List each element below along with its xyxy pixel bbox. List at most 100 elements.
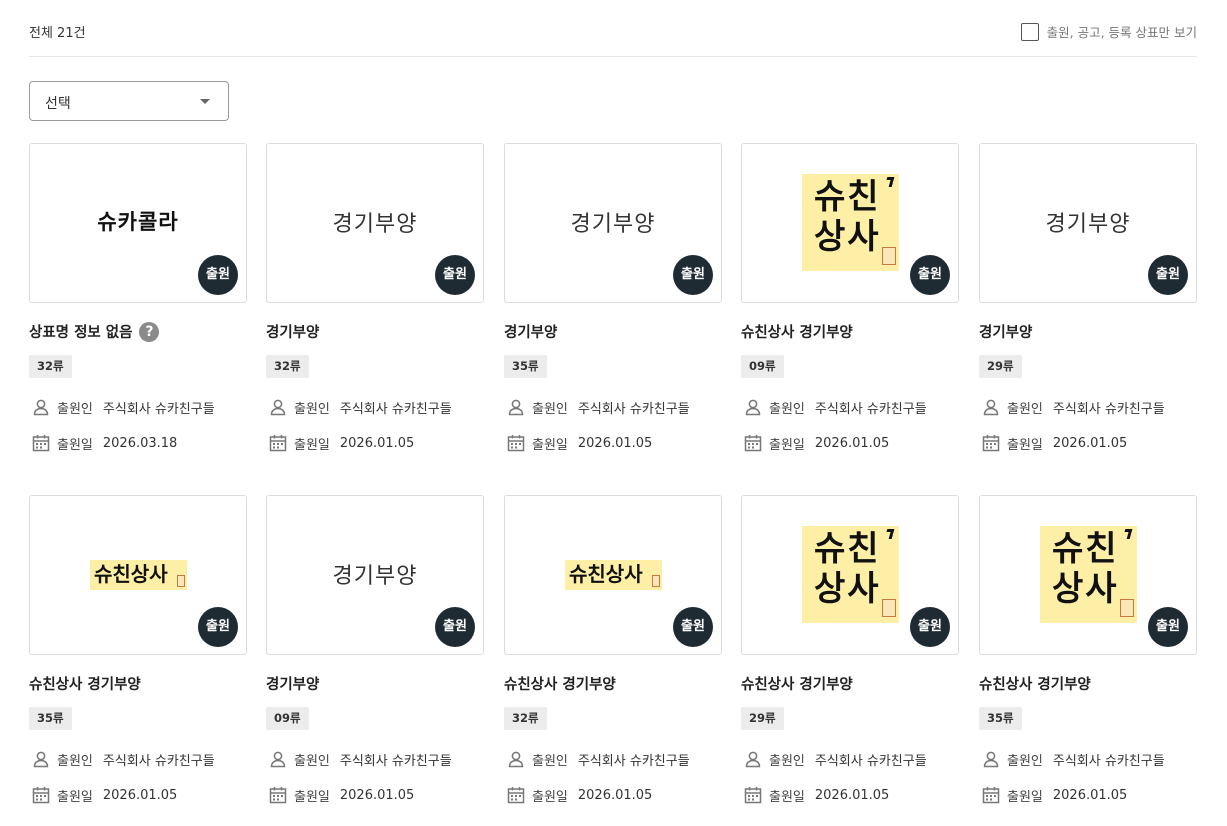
person-icon bbox=[743, 397, 763, 417]
results-header: 전체 21건 출원, 공고, 등록 상표만 보기 bbox=[29, 0, 1197, 57]
logo-stroke bbox=[884, 177, 895, 187]
person-icon bbox=[31, 397, 51, 417]
trademark-logo: 슈친상사 bbox=[565, 560, 662, 590]
status-badge: 출원 bbox=[1148, 255, 1188, 295]
trademark-text-mark: 경기부양 bbox=[332, 564, 418, 589]
trademark-image[interactable]: 슈친상사출원 bbox=[504, 495, 722, 655]
filing-date-label: 출원일 bbox=[1007, 437, 1043, 453]
trademark-card[interactable]: 슈카콜라 출원 상표명 정보 없음? 32류 출원인 주식회사 슈카친구들 출원일 2026.… bbox=[29, 143, 247, 463]
logo-stroke bbox=[1122, 529, 1133, 539]
trademark-title[interactable]: 슈친상사 경기부양 bbox=[979, 673, 1091, 694]
logo-text: 슈친상사 bbox=[94, 562, 168, 586]
applicant-label: 출원인 bbox=[1007, 401, 1043, 417]
trademark-title[interactable]: 경기부양 bbox=[266, 673, 319, 694]
person-icon bbox=[743, 749, 763, 769]
class-tag: 09류 bbox=[266, 707, 309, 730]
filing-date-row: 출원일 2026.01.05 bbox=[268, 433, 414, 453]
trademark-image[interactable]: 경기부양 출원 bbox=[504, 143, 722, 303]
applicant-row: 출원인 주식회사 슈카친구들 bbox=[268, 397, 452, 417]
calendar-icon bbox=[981, 433, 1001, 453]
trademark-title[interactable]: 슈친상사 경기부양 bbox=[741, 673, 853, 694]
person-icon bbox=[981, 749, 1001, 769]
trademark-card[interactable]: 경기부양 출원 경기부양 09류 출원인 주식회사 슈카친구들 출원일 2026.01.05 bbox=[266, 495, 484, 815]
filing-date-value: 2026.03.18 bbox=[102, 435, 178, 451]
trademark-title-text[interactable]: 상표명 정보 없음 bbox=[29, 321, 132, 342]
trademark-title[interactable]: 경기부양 bbox=[504, 321, 557, 342]
calendar-icon bbox=[268, 785, 288, 805]
class-tag: 35류 bbox=[504, 355, 547, 378]
sort-select-value: 선택 bbox=[45, 96, 71, 112]
trademark-title-text[interactable]: 경기부양 bbox=[266, 673, 319, 694]
trademark-image[interactable]: 경기부양출원 bbox=[979, 143, 1197, 303]
logo-stroke bbox=[884, 529, 895, 539]
applicant-row: 출원인 주식회사 슈카친구들 bbox=[31, 397, 215, 417]
trademark-title-text[interactable]: 슈친상사 경기부양 bbox=[29, 673, 141, 694]
chevron-down-icon bbox=[200, 99, 210, 104]
filing-date-label: 출원일 bbox=[532, 789, 568, 805]
sort-select[interactable]: 선택 bbox=[29, 81, 229, 121]
status-badge: 출원 bbox=[673, 607, 713, 647]
trademark-image[interactable]: 경기부양출원 bbox=[266, 143, 484, 303]
trademark-title-text[interactable]: 슈친상사 경기부양 bbox=[504, 673, 616, 694]
filter-checkbox-label[interactable]: 출원, 공고, 등록 상표만 보기 bbox=[1047, 22, 1197, 41]
trademark-title-text[interactable]: 슈친상사 경기부양 bbox=[741, 321, 853, 342]
trademark-card[interactable]: 슈친상사출원슈친상사 경기부양 35류출원인 주식회사 슈카친구들출원일 2026.0… bbox=[979, 495, 1197, 815]
trademark-image[interactable]: 슈친상사출원 bbox=[741, 495, 959, 655]
person-icon bbox=[506, 749, 526, 769]
filing-date-row: 출원일 2026.01.05 bbox=[268, 785, 414, 805]
trademark-title[interactable]: 슈친상사 경기부양 bbox=[29, 673, 141, 694]
status-badge: 출원 bbox=[435, 255, 475, 295]
filing-date-value: 2026.01.05 bbox=[814, 435, 890, 451]
help-icon[interactable]: ? bbox=[139, 321, 160, 342]
applicant-label: 출원인 bbox=[294, 753, 330, 769]
trademark-card[interactable]: 슈친상사 출원 슈친상사 경기부양 32류 출원인 주식회사 슈카친구들 출원일 2026.0… bbox=[504, 495, 722, 815]
trademark-title-text[interactable]: 슈친상사 경기부양 bbox=[979, 673, 1091, 694]
calendar-icon bbox=[506, 785, 526, 805]
trademark-image[interactable]: 슈친상사출원 bbox=[741, 143, 959, 303]
applicant-row: 출원인 주식회사 슈카친구들 bbox=[506, 397, 690, 417]
calendar-icon bbox=[981, 785, 1001, 805]
trademark-card[interactable]: 슈친상사출원슈친상사 경기부양 35류출원인 주식회사 슈카친구들출원일 2026.0… bbox=[29, 495, 247, 815]
applicant-value: 주식회사 슈카친구들 bbox=[102, 753, 215, 769]
applicant-row: 출원인 주식회사 슈카친구들 bbox=[268, 749, 452, 769]
trademark-text-mark: 경기부양 bbox=[1045, 212, 1131, 237]
calendar-icon bbox=[31, 785, 51, 805]
trademark-logo: 슈친상사 bbox=[1040, 526, 1137, 623]
trademark-title-text[interactable]: 슈친상사 경기부양 bbox=[741, 673, 853, 694]
trademark-title[interactable]: 슈친상사 경기부양 bbox=[741, 321, 853, 342]
trademark-image[interactable]: 슈친상사출원 bbox=[29, 495, 247, 655]
trademark-title-text[interactable]: 경기부양 bbox=[504, 321, 557, 342]
registered-only-filter[interactable]: 출원, 공고, 등록 상표만 보기 bbox=[1020, 22, 1197, 41]
applicant-value: 주식회사 슈카친구들 bbox=[339, 401, 452, 417]
person-icon bbox=[31, 749, 51, 769]
trademark-image[interactable]: 슈친상사출원 bbox=[979, 495, 1197, 655]
trademark-title[interactable]: 상표명 정보 없음? bbox=[29, 321, 160, 342]
trademark-title[interactable]: 경기부양 bbox=[979, 321, 1032, 342]
trademark-card[interactable]: 경기부양 출원경기부양 35류출원인 주식회사 슈카친구들출원일 2026.01.05 bbox=[504, 143, 722, 463]
filing-date-label: 출원일 bbox=[294, 437, 330, 453]
applicant-row: 출원인 주식회사 슈카친구들 bbox=[981, 397, 1165, 417]
status-badge: 출원 bbox=[435, 607, 475, 647]
trademark-card[interactable]: 슈친 상사 출원 슈친상사 경기부양 29류 출원인 주식회사 슈카친구들 출원일 2026.0… bbox=[741, 495, 959, 815]
trademark-title[interactable]: 슈친상사 경기부양 bbox=[504, 673, 616, 694]
trademark-title[interactable]: 경기부양 bbox=[266, 321, 319, 342]
trademark-card[interactable]: 경기부양 출원 경기부양 32류 출원인 주식회사 슈카친구들 출원일 2026.01.05 bbox=[266, 143, 484, 463]
trademark-text-mark: 경기부양 bbox=[332, 212, 418, 237]
filing-date-row: 출원일 2026.01.05 bbox=[506, 433, 652, 453]
filing-date-label: 출원일 bbox=[532, 437, 568, 453]
applicant-value: 주식회사 슈카친구들 bbox=[814, 753, 927, 769]
trademark-card[interactable]: 슈친 상사 출원 슈친상사 경기부양 09류 출원인 주식회사 슈카친구들 출원일 2026.0… bbox=[741, 143, 959, 463]
filter-checkbox[interactable] bbox=[1020, 22, 1039, 41]
filing-date-value: 2026.01.05 bbox=[339, 435, 415, 451]
trademark-title-text[interactable]: 경기부양 bbox=[979, 321, 1032, 342]
filing-date-row: 출원일 2026.01.05 bbox=[743, 433, 889, 453]
filing-date-row: 출원일 2026.01.05 bbox=[506, 785, 652, 805]
trademark-image[interactable]: 슈카콜라 출원 bbox=[29, 143, 247, 303]
trademark-image[interactable]: 경기부양출원 bbox=[266, 495, 484, 655]
logo-line-2: 상사 bbox=[814, 217, 881, 257]
trademark-card[interactable]: 경기부양 출원 경기부양 29류 출원인 주식회사 슈카친구들 출원일 2026.01.05 bbox=[979, 143, 1197, 463]
status-badge: 출원 bbox=[673, 255, 713, 295]
trademark-title-text[interactable]: 경기부양 bbox=[266, 321, 319, 342]
class-tag: 09류 bbox=[741, 355, 784, 378]
filing-date-row: 출원일 2026.01.05 bbox=[981, 433, 1127, 453]
